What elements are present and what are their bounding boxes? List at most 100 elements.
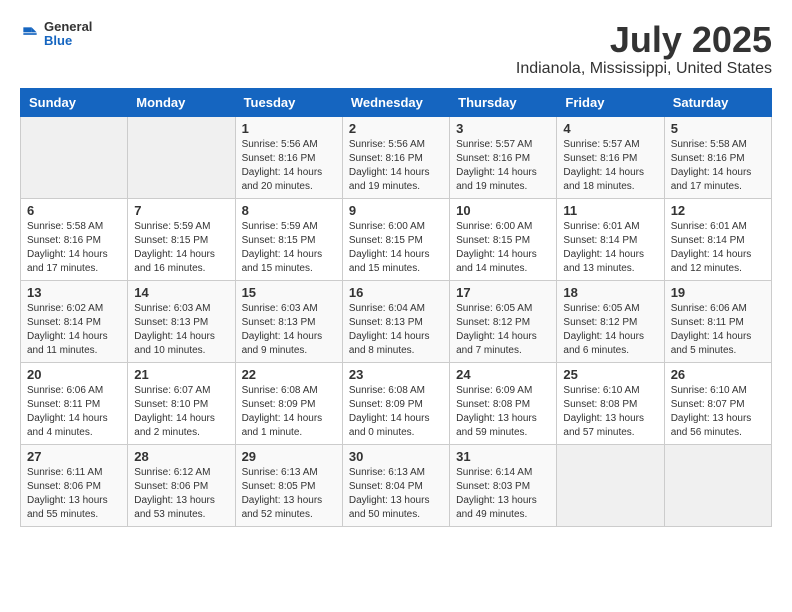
calendar-header-row: SundayMondayTuesdayWednesdayThursdayFrid… <box>21 88 772 116</box>
calendar-cell: 24Sunrise: 6:09 AM Sunset: 8:08 PM Dayli… <box>450 362 557 444</box>
calendar-cell: 29Sunrise: 6:13 AM Sunset: 8:05 PM Dayli… <box>235 444 342 526</box>
calendar-cell: 23 Sunrise: 6:08 AM Sunset: 8:09 PM Dayli… <box>342 362 449 444</box>
calendar-cell: 3 Sunrise: 5:57 AM Sunset: 8:16 PM Daylig… <box>450 116 557 198</box>
day-info: Sunrise: 6:10 AM Sunset: 8:07 PM Dayligh… <box>671 384 765 440</box>
weekday-header-thursday: Thursday <box>450 88 557 116</box>
calendar-cell: 21 Sunrise: 6:07 AM Sunset: 8:10 PM Dayli… <box>128 362 235 444</box>
day-number: 16 <box>349 285 443 300</box>
calendar-cell: 8 Sunrise: 5:59 AM Sunset: 8:15 PM Daylig… <box>235 198 342 280</box>
calendar-week-row: 1Sunrise: 5:56 AM Sunset: 8:16 PM Daylig… <box>21 116 772 198</box>
day-number: 3 <box>456 121 550 136</box>
calendar-cell: 11 Sunrise: 6:01 AM Sunset: 8:14 PM Dayli… <box>557 198 664 280</box>
weekday-header-tuesday: Tuesday <box>235 88 342 116</box>
calendar-cell: 9 Sunrise: 6:00 AM Sunset: 8:15 PM Daylig… <box>342 198 449 280</box>
day-info: Sunrise: 6:03 AM Sunset: 8:13 PM Dayligh… <box>134 302 228 358</box>
calendar-cell: 6 Sunrise: 5:58 AM Sunset: 8:16 PM Daylig… <box>21 198 128 280</box>
calendar-week-row: 13 Sunrise: 6:02 AM Sunset: 8:14 PM Dayli… <box>21 280 772 362</box>
day-number: 17 <box>456 285 550 300</box>
calendar-cell: 7Sunrise: 5:59 AM Sunset: 8:15 PM Daylig… <box>128 198 235 280</box>
day-number: 11 <box>563 203 657 218</box>
calendar-cell: 16Sunrise: 6:04 AM Sunset: 8:13 PM Dayli… <box>342 280 449 362</box>
header: General Blue July 2025 Indianola, Missis… <box>20 20 772 78</box>
calendar-cell: 12 Sunrise: 6:01 AM Sunset: 8:14 PM Dayli… <box>664 198 771 280</box>
day-number: 10 <box>456 203 550 218</box>
calendar-cell: 10 Sunrise: 6:00 AM Sunset: 8:15 PM Dayli… <box>450 198 557 280</box>
calendar-title: July 2025 <box>516 20 772 60</box>
day-number: 31 <box>456 449 550 464</box>
day-info: Sunrise: 5:59 AM Sunset: 8:15 PM Dayligh… <box>242 220 336 276</box>
calendar-subtitle: Indianola, Mississippi, United States <box>516 60 772 78</box>
calendar-week-row: 6 Sunrise: 5:58 AM Sunset: 8:16 PM Daylig… <box>21 198 772 280</box>
day-info: Sunrise: 6:02 AM Sunset: 8:14 PM Dayligh… <box>27 302 121 358</box>
day-number: 6 <box>27 203 121 218</box>
calendar-table: SundayMondayTuesdayWednesdayThursdayFrid… <box>20 88 772 527</box>
day-number: 22 <box>242 367 336 382</box>
day-number: 25 <box>563 367 657 382</box>
day-info: Sunrise: 6:03 AM Sunset: 8:13 PM Dayligh… <box>242 302 336 358</box>
day-info: Sunrise: 5:56 AM Sunset: 8:16 PM Dayligh… <box>349 138 443 194</box>
day-number: 18 <box>563 285 657 300</box>
calendar-cell: 19Sunrise: 6:06 AM Sunset: 8:11 PM Dayli… <box>664 280 771 362</box>
calendar-week-row: 27 Sunrise: 6:11 AM Sunset: 8:06 PM Dayli… <box>21 444 772 526</box>
calendar-cell <box>557 444 664 526</box>
logo: General Blue <box>20 20 92 49</box>
calendar-cell: 28 Sunrise: 6:12 AM Sunset: 8:06 PM Dayli… <box>128 444 235 526</box>
calendar-cell <box>21 116 128 198</box>
day-number: 8 <box>242 203 336 218</box>
weekday-header-sunday: Sunday <box>21 88 128 116</box>
calendar-cell: 4 Sunrise: 5:57 AM Sunset: 8:16 PM Daylig… <box>557 116 664 198</box>
day-info: Sunrise: 6:07 AM Sunset: 8:10 PM Dayligh… <box>134 384 228 440</box>
day-number: 13 <box>27 285 121 300</box>
day-number: 30 <box>349 449 443 464</box>
calendar-cell: 17Sunrise: 6:05 AM Sunset: 8:12 PM Dayli… <box>450 280 557 362</box>
logo-line1: General <box>44 20 92 34</box>
calendar-cell: 27 Sunrise: 6:11 AM Sunset: 8:06 PM Dayli… <box>21 444 128 526</box>
day-number: 15 <box>242 285 336 300</box>
calendar-cell: 1Sunrise: 5:56 AM Sunset: 8:16 PM Daylig… <box>235 116 342 198</box>
day-number: 5 <box>671 121 765 136</box>
day-info: Sunrise: 6:00 AM Sunset: 8:15 PM Dayligh… <box>349 220 443 276</box>
day-number: 2 <box>349 121 443 136</box>
day-info: Sunrise: 6:01 AM Sunset: 8:14 PM Dayligh… <box>563 220 657 276</box>
calendar-cell: 2 Sunrise: 5:56 AM Sunset: 8:16 PM Daylig… <box>342 116 449 198</box>
day-number: 26 <box>671 367 765 382</box>
day-info: Sunrise: 6:10 AM Sunset: 8:08 PM Dayligh… <box>563 384 657 440</box>
weekday-header-monday: Monday <box>128 88 235 116</box>
day-number: 28 <box>134 449 228 464</box>
calendar-week-row: 20Sunrise: 6:06 AM Sunset: 8:11 PM Dayli… <box>21 362 772 444</box>
day-number: 27 <box>27 449 121 464</box>
calendar-cell: 25 Sunrise: 6:10 AM Sunset: 8:08 PM Dayli… <box>557 362 664 444</box>
logo-icon <box>20 24 40 44</box>
day-info: Sunrise: 5:57 AM Sunset: 8:16 PM Dayligh… <box>563 138 657 194</box>
day-info: Sunrise: 6:00 AM Sunset: 8:15 PM Dayligh… <box>456 220 550 276</box>
day-number: 9 <box>349 203 443 218</box>
day-info: Sunrise: 5:58 AM Sunset: 8:16 PM Dayligh… <box>27 220 121 276</box>
day-info: Sunrise: 5:58 AM Sunset: 8:16 PM Dayligh… <box>671 138 765 194</box>
calendar-cell <box>664 444 771 526</box>
day-info: Sunrise: 6:09 AM Sunset: 8:08 PM Dayligh… <box>456 384 550 440</box>
day-info: Sunrise: 6:08 AM Sunset: 8:09 PM Dayligh… <box>242 384 336 440</box>
day-number: 23 <box>349 367 443 382</box>
day-info: Sunrise: 6:12 AM Sunset: 8:06 PM Dayligh… <box>134 466 228 522</box>
calendar-cell <box>128 116 235 198</box>
weekday-header-wednesday: Wednesday <box>342 88 449 116</box>
day-number: 19 <box>671 285 765 300</box>
calendar-cell: 13 Sunrise: 6:02 AM Sunset: 8:14 PM Dayli… <box>21 280 128 362</box>
day-info: Sunrise: 6:01 AM Sunset: 8:14 PM Dayligh… <box>671 220 765 276</box>
day-info: Sunrise: 6:11 AM Sunset: 8:06 PM Dayligh… <box>27 466 121 522</box>
weekday-header-saturday: Saturday <box>664 88 771 116</box>
day-info: Sunrise: 5:59 AM Sunset: 8:15 PM Dayligh… <box>134 220 228 276</box>
weekday-header-friday: Friday <box>557 88 664 116</box>
day-number: 29 <box>242 449 336 464</box>
day-info: Sunrise: 6:08 AM Sunset: 8:09 PM Dayligh… <box>349 384 443 440</box>
day-info: Sunrise: 6:13 AM Sunset: 8:04 PM Dayligh… <box>349 466 443 522</box>
day-info: Sunrise: 6:14 AM Sunset: 8:03 PM Dayligh… <box>456 466 550 522</box>
day-number: 4 <box>563 121 657 136</box>
day-number: 14 <box>134 285 228 300</box>
day-info: Sunrise: 5:57 AM Sunset: 8:16 PM Dayligh… <box>456 138 550 194</box>
day-number: 21 <box>134 367 228 382</box>
day-number: 12 <box>671 203 765 218</box>
day-info: Sunrise: 5:56 AM Sunset: 8:16 PM Dayligh… <box>242 138 336 194</box>
calendar-cell: 5 Sunrise: 5:58 AM Sunset: 8:16 PM Daylig… <box>664 116 771 198</box>
calendar-cell: 18Sunrise: 6:05 AM Sunset: 8:12 PM Dayli… <box>557 280 664 362</box>
